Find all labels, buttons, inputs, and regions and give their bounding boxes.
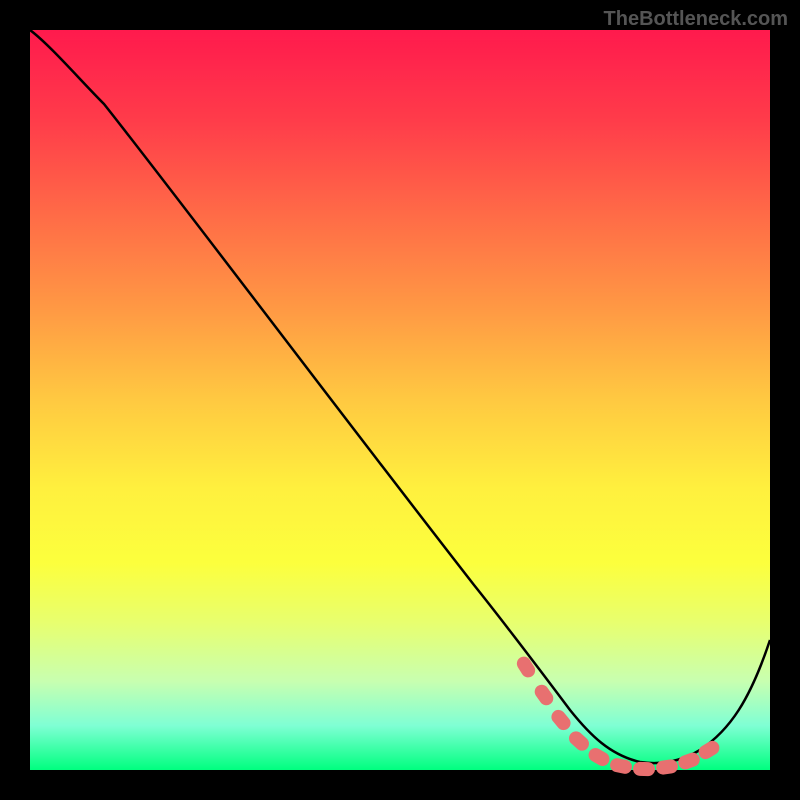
main-curve (30, 30, 770, 763)
highlight-segment-7 (633, 762, 655, 777)
line-chart-svg (30, 30, 770, 770)
chart-plot-area (30, 30, 770, 770)
highlight-segment-8 (655, 759, 679, 776)
watermark-text: TheBottleneck.com (604, 8, 788, 31)
